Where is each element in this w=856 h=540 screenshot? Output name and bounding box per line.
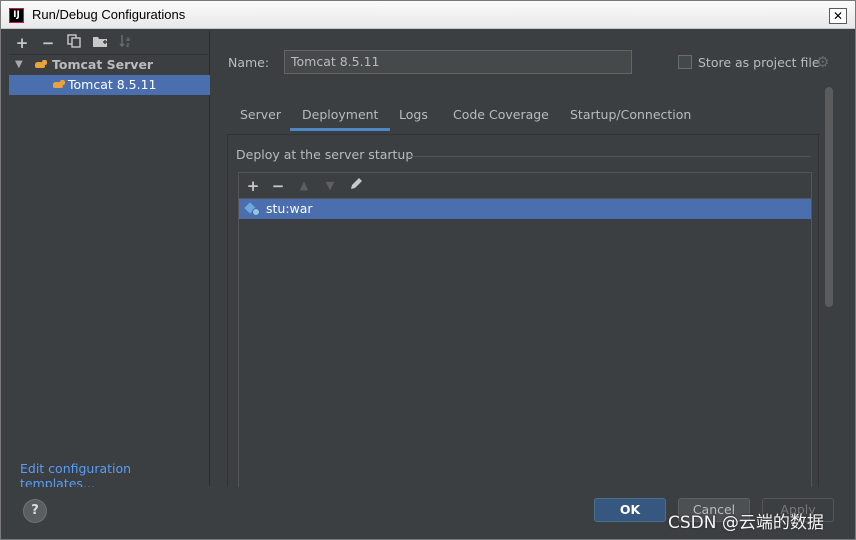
tree-group-tomcat-server[interactable]: ▼ Tomcat Server (9, 55, 210, 75)
close-button[interactable]: ✕ (829, 8, 847, 24)
gear-icon[interactable]: ⚙ (816, 53, 829, 71)
tab-deployment[interactable]: Deployment (290, 99, 391, 131)
run-debug-dialog: IJ Run/Debug Configurations ✕ + − az ▼ T… (0, 0, 856, 540)
war-artifact-icon (246, 203, 260, 216)
deploy-section: Deploy at the server startup + − ▲ ▼ stu… (227, 134, 819, 494)
move-up-icon: ▲ (299, 179, 309, 192)
deployment-list: + − ▲ ▼ stu:war (238, 172, 812, 492)
deployment-toolbar: + − ▲ ▼ (239, 173, 811, 199)
move-down-icon: ▼ (325, 179, 335, 192)
tomcat-icon (53, 80, 66, 90)
svg-text:z: z (126, 42, 130, 48)
sort-icon: az (117, 34, 135, 52)
section-title: Deploy at the server startup (236, 147, 414, 162)
watermark-text: CSDN @云端的数据 (668, 513, 824, 533)
list-item[interactable]: stu:war (239, 199, 811, 219)
tomcat-icon (35, 60, 48, 70)
chevron-down-icon[interactable]: ▼ (15, 55, 23, 75)
tree-item-label: Tomcat 8.5.11 (68, 77, 157, 92)
artifact-label: stu:war (266, 201, 313, 216)
tab-startup-connection[interactable]: Startup/Connection (558, 99, 703, 131)
tab-logs[interactable]: Logs (387, 99, 440, 131)
intellij-app-icon: IJ (9, 8, 24, 23)
add-config-button[interactable]: + (13, 34, 31, 52)
help-button[interactable]: ? (23, 499, 47, 523)
folder-icon[interactable] (91, 34, 109, 52)
pencil-icon[interactable] (347, 177, 365, 195)
title-bar: IJ Run/Debug Configurations ✕ (1, 1, 855, 29)
window-title: Run/Debug Configurations (32, 7, 186, 22)
config-editor: Name: Tomcat 8.5.11 Store as project fil… (211, 31, 855, 494)
tab-server[interactable]: Server (228, 99, 293, 131)
name-label: Name: (228, 55, 270, 70)
store-as-project-checkbox[interactable] (678, 55, 692, 69)
add-artifact-button[interactable]: + (244, 177, 262, 195)
remove-artifact-button[interactable]: − (269, 177, 287, 195)
section-divider (408, 156, 811, 157)
scrollbar[interactable] (825, 87, 833, 307)
remove-config-button[interactable]: − (39, 34, 57, 52)
store-as-project-label[interactable]: Store as project file (698, 55, 820, 70)
tree-item-tomcat-8-5-11[interactable]: Tomcat 8.5.11 (9, 75, 210, 95)
name-field[interactable]: Tomcat 8.5.11 (284, 50, 632, 74)
config-tree-panel: + − az ▼ Tomcat Server Tomcat 8.5.11 Edi… (9, 31, 210, 491)
tree-group-label: Tomcat Server (52, 57, 154, 72)
ok-button[interactable]: OK (594, 498, 666, 522)
tab-code-coverage[interactable]: Code Coverage (441, 99, 561, 131)
tree-toolbar: + − az (9, 31, 210, 55)
copy-icon[interactable] (65, 34, 83, 52)
